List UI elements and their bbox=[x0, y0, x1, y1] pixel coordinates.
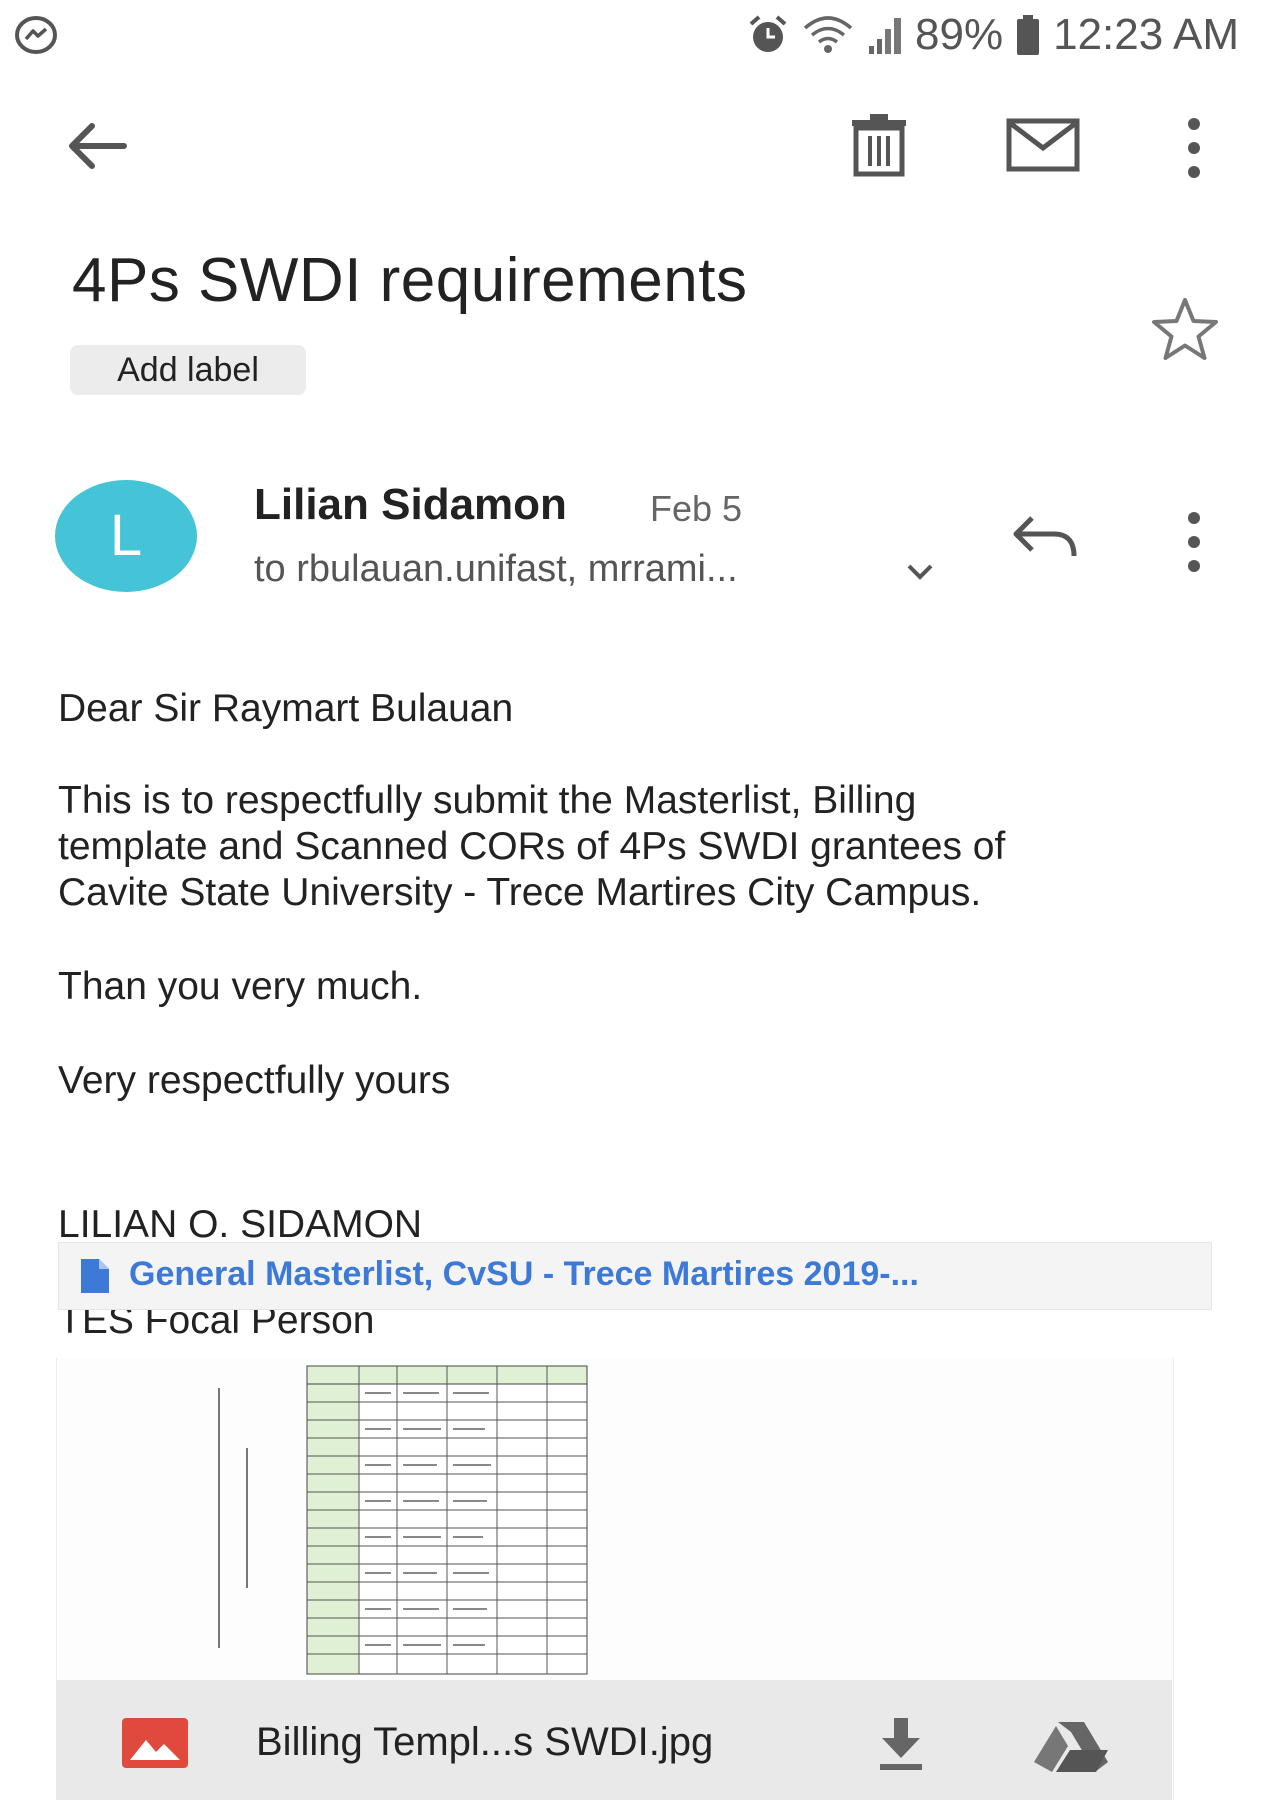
status-bar: 89% 12:23 AM bbox=[0, 0, 1269, 70]
drive-attachment-link[interactable]: General Masterlist, CvSU - Trece Martire… bbox=[58, 1242, 1212, 1310]
back-arrow-icon[interactable] bbox=[62, 118, 132, 174]
save-to-drive-icon[interactable] bbox=[1032, 1720, 1110, 1774]
thanks-line: Than you very much. bbox=[58, 965, 423, 1008]
trash-icon[interactable] bbox=[846, 112, 912, 178]
body-paragraph: This is to respectfully submit the Maste… bbox=[58, 779, 1006, 914]
reply-icon[interactable] bbox=[1010, 512, 1080, 562]
attachment-filename: Billing Templ...s SWDI.jpg bbox=[256, 1720, 714, 1764]
image-file-icon bbox=[122, 1718, 188, 1768]
clock: 12:23 AM bbox=[1053, 10, 1239, 59]
add-label-chip[interactable]: Add label bbox=[70, 345, 306, 395]
more-vert-icon[interactable] bbox=[1182, 116, 1206, 180]
chevron-down-icon[interactable] bbox=[905, 560, 935, 584]
recipients[interactable]: to rbulauan.unifast, mrrami... bbox=[254, 548, 738, 591]
alarm-icon bbox=[749, 15, 787, 52]
signal-icon bbox=[869, 18, 902, 54]
star-icon[interactable] bbox=[1150, 296, 1220, 362]
document-icon bbox=[81, 1259, 109, 1293]
status-icons: 89% 12:23 AM bbox=[747, 10, 1239, 60]
battery-percent: 89% bbox=[915, 10, 1004, 59]
wifi-icon bbox=[803, 16, 853, 53]
sent-date: Feb 5 bbox=[650, 488, 743, 529]
battery-icon bbox=[1017, 15, 1040, 55]
messenger-icon bbox=[15, 16, 57, 54]
email-subject: 4Ps SWDI requirements bbox=[72, 246, 748, 315]
mail-icon[interactable] bbox=[1006, 118, 1080, 172]
attachment-bar[interactable]: Billing Templ...s SWDI.jpg bbox=[56, 1680, 1172, 1800]
message-more-icon[interactable] bbox=[1182, 510, 1206, 574]
closing-line: Very respectfully yours bbox=[58, 1059, 451, 1102]
sender-name: Lilian Sidamon bbox=[254, 480, 567, 529]
download-icon[interactable] bbox=[876, 1716, 926, 1772]
avatar[interactable]: L bbox=[55, 480, 197, 592]
attachment-link-text[interactable]: General Masterlist, CvSU - Trece Martire… bbox=[129, 1255, 919, 1294]
scanned-document-thumbnail bbox=[218, 1365, 588, 1675]
greeting: Dear Sir Raymart Bulauan bbox=[58, 687, 514, 730]
